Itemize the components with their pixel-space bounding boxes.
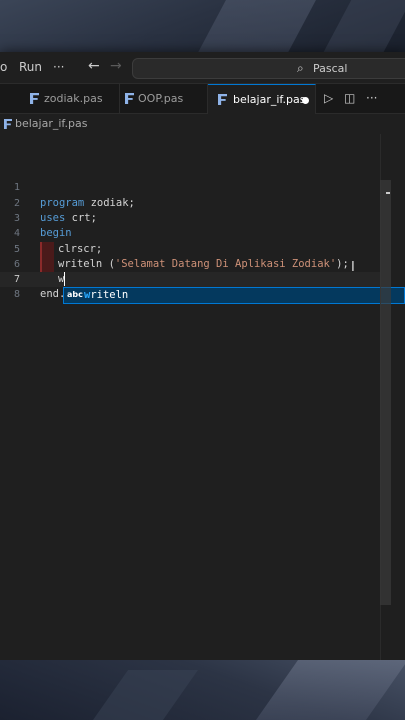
tab-label: belajar_if.pas <box>233 93 306 106</box>
back-arrow-icon[interactable]: ← <box>88 58 100 74</box>
keyword-token: uses <box>40 212 66 224</box>
keyword-token: begin <box>40 227 72 239</box>
suggestion-label: writeln <box>84 289 128 301</box>
line-content: uses crt; <box>40 211 97 226</box>
string-token: 'Selamat Datang Di Aplikasi Zodiak' <box>114 258 337 270</box>
command-center-label: Pascal <box>313 62 348 75</box>
tab-label: zodiak.pas <box>44 92 103 105</box>
mouse-ibeam-icon: I <box>351 260 355 275</box>
code-line: 4 begin <box>0 226 380 241</box>
line-content: begin <box>40 226 72 241</box>
split-editor-icon[interactable]: ◫ <box>344 91 355 105</box>
tab-zodiak[interactable]: zodiak.pas <box>22 84 120 114</box>
identifier-token: end. <box>40 288 66 300</box>
line-content: program zodiak; <box>40 196 135 211</box>
forward-arrow-icon[interactable]: → <box>110 58 122 74</box>
line-number: 1 <box>13 182 20 193</box>
wallpaper-streak <box>71 670 199 720</box>
identifier-token: clrscr; <box>58 243 103 255</box>
code-line: 3 uses crt; <box>0 211 380 226</box>
line-number: 7 <box>13 274 20 285</box>
line-number: 6 <box>13 259 20 270</box>
run-icon[interactable]: ▷ <box>324 91 333 105</box>
title-bar: o Run ··· ← → ⌕ Pascal <box>0 52 405 84</box>
line-number: 4 <box>13 228 20 239</box>
identifier-token: zodiak; <box>84 197 135 209</box>
line-content: writeln ('Selamat Datang Di Aplikasi Zod… <box>58 257 349 272</box>
line-number: 2 <box>13 198 20 209</box>
line-number: 3 <box>13 213 20 224</box>
wallpaper-streak <box>178 0 332 52</box>
line-content: end. <box>40 287 65 302</box>
tab-oop[interactable]: OOP.pas <box>120 84 208 114</box>
pascal-file-icon <box>218 94 227 105</box>
identifier-token: ); <box>336 258 349 270</box>
search-icon: ⌕ <box>297 61 304 75</box>
command-center-search[interactable]: ⌕ Pascal <box>132 58 405 79</box>
menu-item-run[interactable]: Run <box>19 60 42 74</box>
pascal-file-icon <box>30 93 39 104</box>
line-number: 5 <box>13 244 20 255</box>
code-editor[interactable]: 1 2 program zodiak; 3 uses crt; 4 begin … <box>0 134 405 660</box>
menu-item-partial[interactable]: o <box>0 60 7 74</box>
autocomplete-suggestion[interactable]: abc writeln <box>63 287 405 304</box>
tab-label: OOP.pas <box>138 92 184 105</box>
identifier-token: writeln ( <box>58 258 115 270</box>
line-number: 8 <box>13 289 20 300</box>
tab-belajar-if[interactable]: belajar_if.pas <box>208 84 316 114</box>
text-suggestion-icon: abc <box>67 290 83 299</box>
wallpaper-streak <box>298 0 405 52</box>
line-content: clrscr; <box>58 242 102 257</box>
code-line-current: 7 w <box>0 272 380 287</box>
code-line: 2 program zodiak; <box>0 196 380 211</box>
suggestion-rest: riteln <box>90 289 129 301</box>
code-line: 5 clrscr; <box>0 242 380 257</box>
desktop-wallpaper-top <box>0 0 405 52</box>
cursor-ruler-mark <box>386 192 390 194</box>
code-line: 6 writeln ('Selamat Datang Di Aplikasi Z… <box>0 257 380 272</box>
text-cursor <box>64 272 65 286</box>
pascal-file-icon <box>4 119 12 129</box>
breadcrumb-file[interactable]: belajar_if.pas <box>15 117 87 130</box>
keyword-token: program <box>40 197 85 209</box>
wallpaper-streak <box>241 660 405 720</box>
desktop-wallpaper-bottom <box>0 660 405 720</box>
breadcrumb: belajar_if.pas <box>0 114 405 134</box>
vscode-window: o Run ··· ← → ⌕ Pascal zodiak.pas OOP.pa… <box>0 52 405 660</box>
pascal-file-icon <box>125 93 134 104</box>
identifier-token: crt; <box>65 212 97 224</box>
more-actions-icon[interactable]: ··· <box>366 91 377 105</box>
code-line: 1 <box>0 180 380 195</box>
unsaved-dot-icon[interactable] <box>302 97 309 104</box>
scrollbar-thumb[interactable] <box>380 180 391 605</box>
more-menu-icon[interactable]: ··· <box>53 60 64 74</box>
